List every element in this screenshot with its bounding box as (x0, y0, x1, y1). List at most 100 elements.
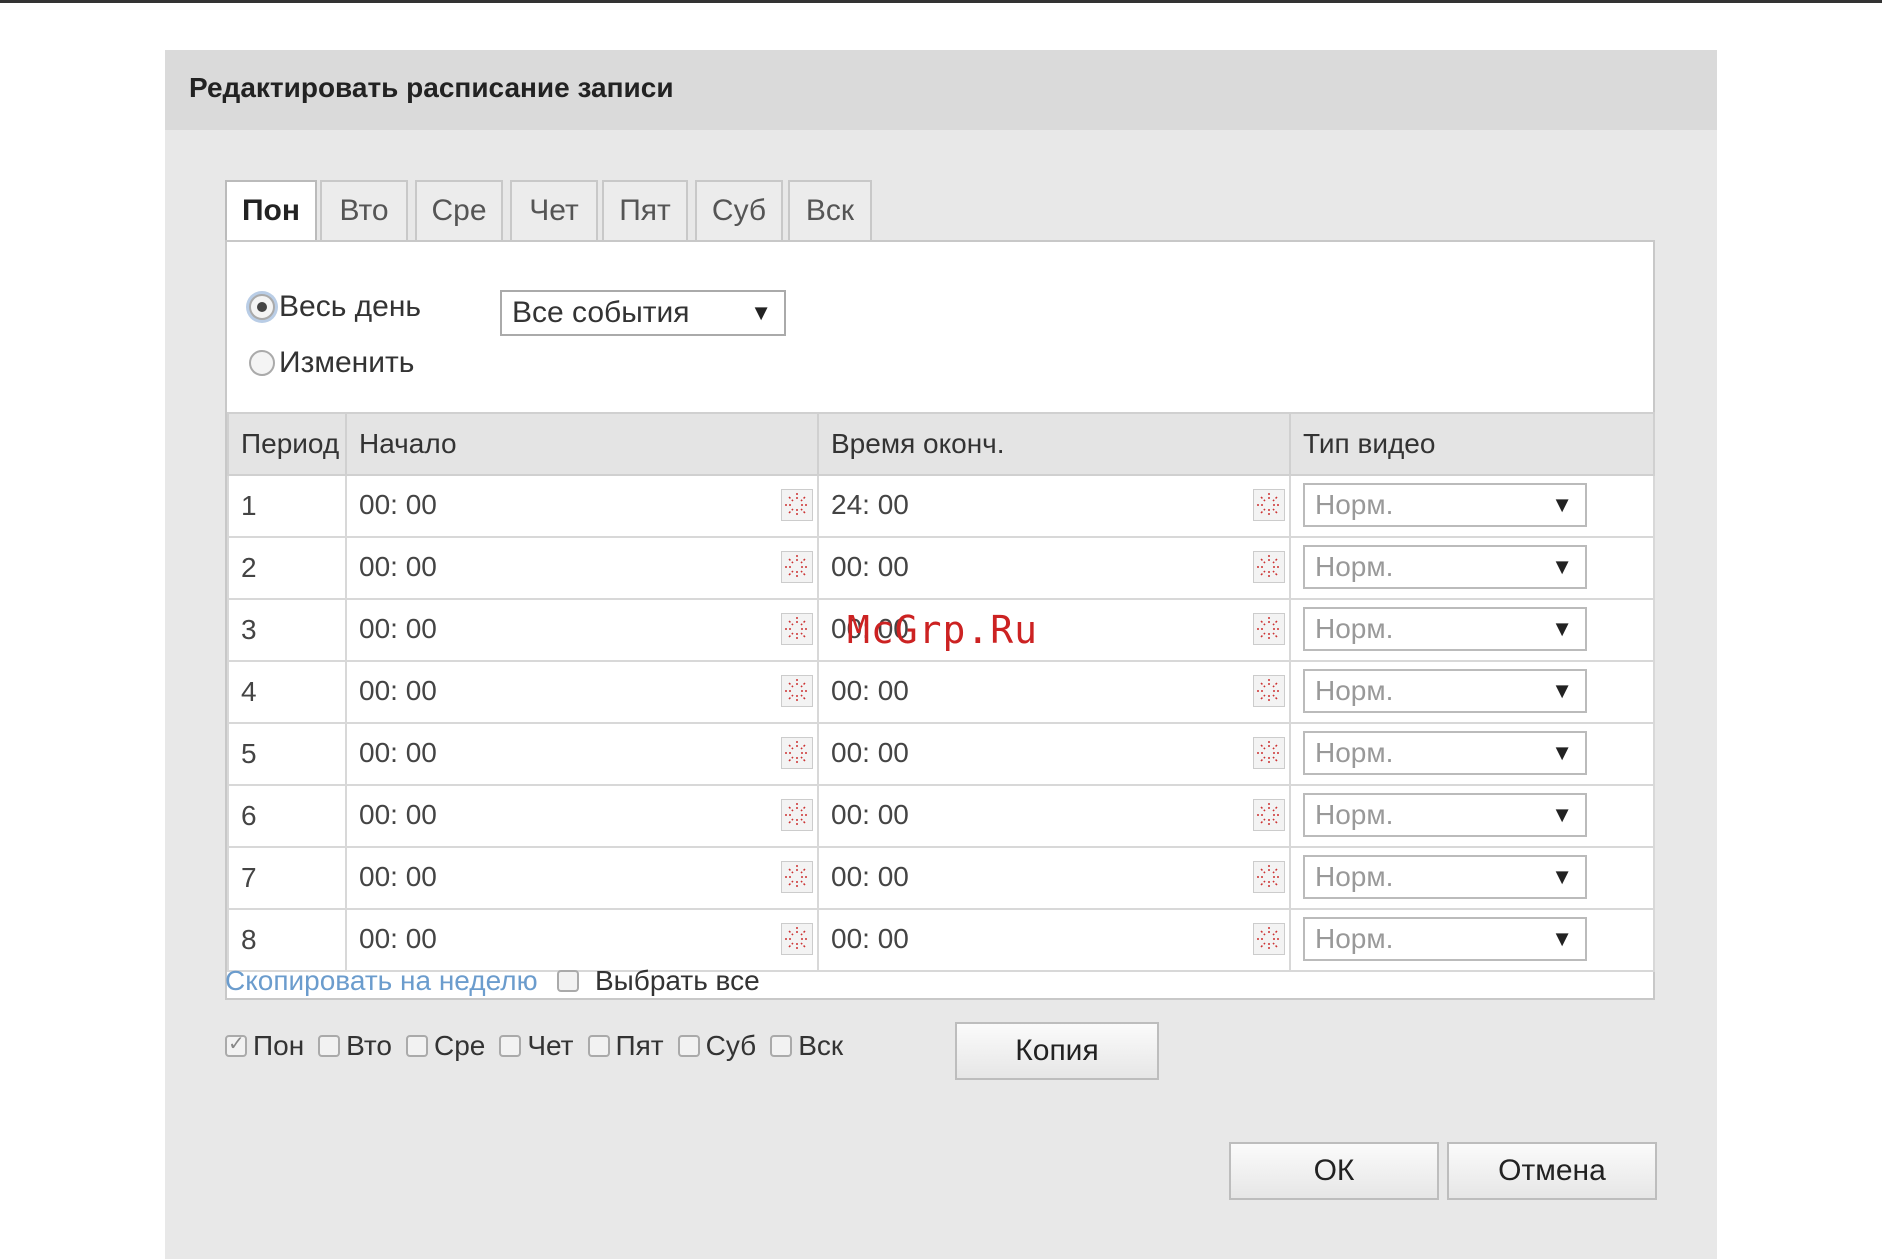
table-row: 8 00: 00 00: 00 Норм. ▼ (227, 908, 1655, 972)
video-type-cell: Норм. ▼ (1289, 474, 1655, 538)
dropdown-arrow-icon: ▼ (1551, 802, 1573, 827)
copy-day-checkbox[interactable] (406, 1035, 428, 1057)
video-type-select[interactable]: Норм. ▼ (1303, 669, 1587, 713)
start-time-input[interactable]: 00: 00 (359, 551, 437, 583)
copy-button[interactable]: Копия (955, 1022, 1159, 1080)
copy-day-checkbox[interactable] (318, 1035, 341, 1057)
dropdown-arrow-icon: ▼ (1551, 864, 1573, 889)
period-cell: 6 (227, 784, 347, 848)
select-all-checkbox[interactable] (557, 970, 579, 992)
start-time-picker-icon[interactable] (781, 737, 813, 769)
video-type-cell: Норм. ▼ (1289, 846, 1655, 910)
end-time-input[interactable]: 00: 00 (831, 737, 909, 769)
end-time-picker-icon[interactable] (1253, 551, 1285, 583)
cancel-button[interactable]: Отмена (1447, 1142, 1657, 1200)
table-row: 7 00: 00 00: 00 Норм. ▼ (227, 846, 1655, 910)
tab-mon[interactable]: Пон (225, 180, 317, 244)
start-time-picker-icon[interactable] (781, 799, 813, 831)
start-time-picker-icon[interactable] (781, 489, 813, 521)
end-time-input[interactable]: 00: 00 (831, 675, 909, 707)
event-type-select[interactable]: Все события ▼ (500, 290, 786, 336)
tab-sun[interactable]: Вск (788, 180, 872, 240)
start-time-input[interactable]: 00: 00 (359, 489, 437, 521)
start-time-input[interactable]: 00: 00 (359, 923, 437, 955)
end-time-picker-icon[interactable] (1253, 923, 1285, 955)
start-cell: 00: 00 (345, 846, 819, 910)
end-cell: 00: 00 (817, 536, 1291, 600)
video-type-select[interactable]: Норм. ▼ (1303, 793, 1587, 837)
end-time-input[interactable]: 00: 00 (831, 861, 909, 893)
end-time-picker-icon[interactable] (1253, 737, 1285, 769)
copy-day-option[interactable]: Пон (225, 1030, 304, 1062)
video-type-select[interactable]: Норм. ▼ (1303, 545, 1587, 589)
start-time-picker-icon[interactable] (781, 613, 813, 645)
table-row: 4 00: 00 00: 00 Норм. ▼ (227, 660, 1655, 724)
start-time-input[interactable]: 00: 00 (359, 613, 437, 645)
tab-fri[interactable]: Пят (602, 180, 688, 240)
video-type-cell: Норм. ▼ (1289, 536, 1655, 600)
copy-day-option[interactable]: Суб (677, 1030, 757, 1062)
select-all[interactable]: Выбрать все (557, 965, 760, 997)
start-time-picker-icon[interactable] (781, 675, 813, 707)
all-day-option[interactable]: Весь день (249, 290, 421, 324)
copy-day-checkbox[interactable] (499, 1035, 522, 1057)
copy-day-label: Чет (527, 1030, 574, 1061)
start-time-picker-icon[interactable] (781, 923, 813, 955)
copy-day-option[interactable]: Чет (499, 1030, 574, 1062)
table-row: 1 00: 00 24: 00 Норм. ▼ (227, 474, 1655, 538)
end-time-input[interactable]: 00: 00 (831, 551, 909, 583)
copy-day-option[interactable]: Сре (406, 1030, 485, 1062)
copy-day-checkbox[interactable] (677, 1035, 700, 1057)
end-time-picker-icon[interactable] (1253, 799, 1285, 831)
tab-thu[interactable]: Чет (510, 180, 598, 240)
end-time-picker-icon[interactable] (1253, 861, 1285, 893)
period-number: 7 (241, 862, 257, 893)
end-time-picker-icon[interactable] (1253, 613, 1285, 645)
period-number: 3 (241, 614, 257, 645)
table-row: 6 00: 00 00: 00 Норм. ▼ (227, 784, 1655, 848)
copy-days-row: Пон Вто Сре Чет Пят Суб Вск (225, 1030, 857, 1062)
video-type-select[interactable]: Норм. ▼ (1303, 917, 1587, 961)
period-cell: 1 (227, 474, 347, 538)
all-day-radio[interactable] (249, 294, 275, 320)
col-period: Период (227, 412, 347, 476)
copy-day-checkbox[interactable] (587, 1035, 610, 1057)
copy-to-week-link[interactable]: Скопировать на неделю (225, 965, 538, 997)
ok-button[interactable]: ОК (1229, 1142, 1439, 1200)
video-type-value: Норм. (1315, 799, 1394, 830)
start-time-input[interactable]: 00: 00 (359, 737, 437, 769)
end-time-picker-icon[interactable] (1253, 675, 1285, 707)
dropdown-arrow-icon: ▼ (1551, 492, 1573, 517)
end-time-input[interactable]: 24: 00 (831, 489, 909, 521)
video-type-value: Норм. (1315, 737, 1394, 768)
start-time-input[interactable]: 00: 00 (359, 675, 437, 707)
start-time-input[interactable]: 00: 00 (359, 799, 437, 831)
end-cell: 00: 00 (817, 722, 1291, 786)
tab-wed[interactable]: Сре (415, 180, 503, 240)
tab-tue[interactable]: Вто (320, 180, 408, 240)
video-type-select[interactable]: Норм. ▼ (1303, 483, 1587, 527)
tab-sat[interactable]: Суб (695, 180, 783, 240)
copy-day-option[interactable]: Пят (587, 1030, 664, 1062)
copy-day-label: Суб (705, 1030, 757, 1061)
video-type-select[interactable]: Норм. ▼ (1303, 607, 1587, 651)
copy-day-checkbox[interactable] (770, 1035, 793, 1057)
video-type-select[interactable]: Норм. ▼ (1303, 731, 1587, 775)
dropdown-arrow-icon: ▼ (1551, 678, 1573, 703)
end-time-input[interactable]: 00: 00 (831, 799, 909, 831)
start-time-picker-icon[interactable] (781, 861, 813, 893)
copy-day-checkbox[interactable] (225, 1031, 247, 1057)
start-time-picker-icon[interactable] (781, 551, 813, 583)
edit-option[interactable]: Изменить (249, 346, 414, 380)
video-type-select[interactable]: Норм. ▼ (1303, 855, 1587, 899)
period-number: 2 (241, 552, 257, 583)
video-type-value: Норм. (1315, 489, 1394, 520)
end-time-picker-icon[interactable] (1253, 489, 1285, 521)
copy-day-label: Сре (434, 1030, 486, 1061)
end-time-input[interactable]: 00: 00 (831, 923, 909, 955)
edit-radio[interactable] (249, 350, 275, 376)
copy-day-option[interactable]: Вто (318, 1030, 392, 1062)
start-time-input[interactable]: 00: 00 (359, 861, 437, 893)
period-cell: 3 (227, 598, 347, 662)
copy-day-option[interactable]: Вск (770, 1030, 843, 1062)
